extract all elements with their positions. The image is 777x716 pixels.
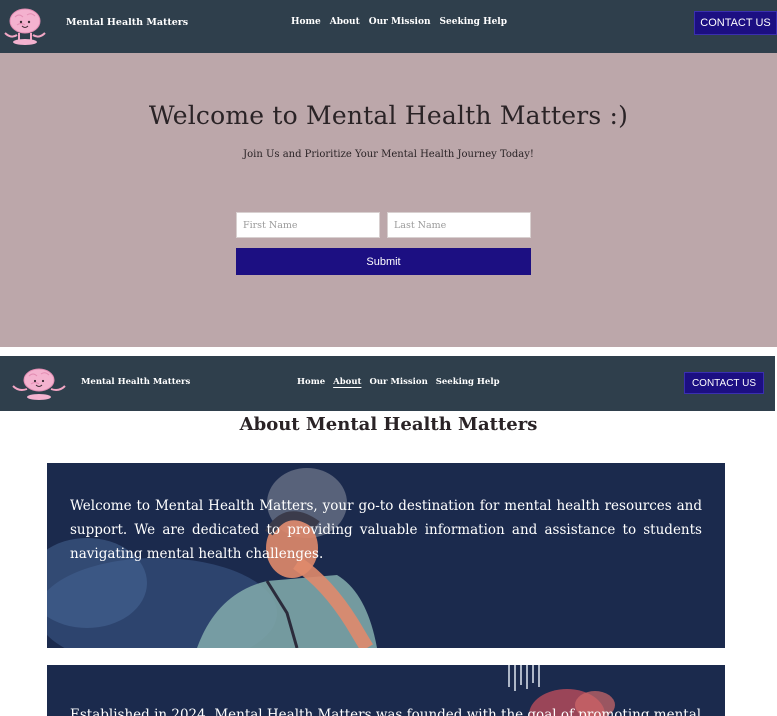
- contact-us-button[interactable]: CONTACT US: [694, 11, 777, 35]
- hero-section: Welcome to Mental Health Matters :) Join…: [0, 53, 777, 347]
- hero-subtitle: Join Us and Prioritize Your Mental Healt…: [243, 149, 534, 160]
- site-name[interactable]: Mental Health Matters: [66, 17, 188, 28]
- about-card: Welcome to Mental Health Matters, your g…: [47, 463, 725, 648]
- brain-mascot-icon[interactable]: [1, 3, 49, 47]
- section-divider: [0, 347, 777, 356]
- nav-seeking-help[interactable]: Seeking Help: [440, 17, 508, 27]
- site-name[interactable]: Mental Health Matters: [81, 377, 190, 387]
- about-card-text: Established in 2024, Mental Health Matte…: [70, 707, 702, 716]
- top-navbar: Mental Health Matters Home About Our Mis…: [0, 0, 777, 53]
- nav-about-active[interactable]: About: [333, 377, 361, 387]
- contact-us-button[interactable]: CONTACT US: [684, 372, 764, 394]
- about-title: About Mental Health Matters: [239, 414, 538, 435]
- nav-seeking-help[interactable]: Seeking Help: [436, 377, 500, 387]
- about-card-text: Welcome to Mental Health Matters, your g…: [70, 498, 702, 562]
- last-name-input[interactable]: [387, 212, 531, 238]
- hero-title: Welcome to Mental Health Matters :): [148, 101, 629, 130]
- nav-home[interactable]: Home: [297, 377, 325, 387]
- nav-home[interactable]: Home: [291, 17, 321, 27]
- first-name-input[interactable]: [236, 212, 380, 238]
- about-page-navbar: Mental Health Matters Home About Our Mis…: [0, 356, 775, 411]
- nav-our-mission[interactable]: Our Mission: [369, 17, 431, 27]
- main-nav: Home About Our Mission Seeking Help: [297, 377, 500, 387]
- brain-mascot-icon[interactable]: [11, 364, 67, 402]
- about-card: Established in 2024, Mental Health Matte…: [47, 665, 725, 716]
- nav-our-mission[interactable]: Our Mission: [369, 377, 427, 387]
- main-nav: Home About Our Mission Seeking Help: [291, 17, 507, 27]
- submit-button[interactable]: Submit: [236, 248, 531, 275]
- nav-about[interactable]: About: [330, 17, 360, 27]
